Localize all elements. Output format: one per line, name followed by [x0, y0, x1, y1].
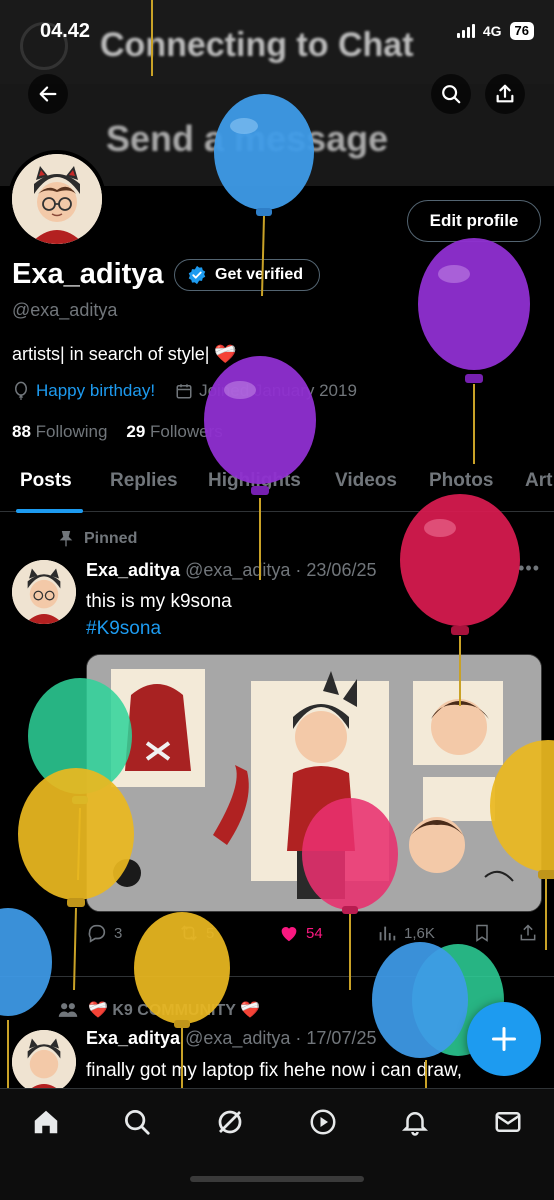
arrow-left-icon [39, 86, 57, 102]
network-type: 4G [482, 23, 502, 39]
tab-photos[interactable]: Photos [429, 470, 493, 492]
heart-icon [281, 927, 297, 942]
status-bar: 04.42 4G 76 [0, 0, 554, 64]
repost-count: 5 [206, 924, 215, 942]
tab-posts[interactable]: Posts [20, 470, 72, 492]
post-author[interactable]: Exa_aditya [86, 560, 180, 580]
pinned-label: Pinned [58, 530, 137, 548]
tab-highlights[interactable]: Highlights [208, 470, 301, 492]
post-avatar[interactable] [12, 1030, 76, 1094]
followers-link[interactable]: 29 Followers [126, 422, 222, 441]
share-button[interactable] [485, 74, 525, 114]
status-indicators: 4G 76 [456, 22, 534, 40]
get-verified-label: Get verified [215, 266, 304, 283]
post-hashtag[interactable]: #K9sona [86, 618, 161, 640]
edit-profile-button[interactable]: Edit profile [407, 200, 541, 242]
bookmark-icon [476, 924, 488, 942]
community-name[interactable]: ❤️‍🩹 K9 COMMUNITY ❤️‍🩹 [88, 1000, 260, 1020]
search-icon [442, 85, 461, 104]
view-count: 1,6K [404, 924, 435, 942]
balloon-icon [418, 238, 530, 464]
post-avatar[interactable] [12, 560, 76, 624]
pin-icon [59, 531, 73, 547]
post-actions: 3 5 54 1,6K [86, 922, 546, 952]
following-count: 88 [12, 422, 31, 441]
like-count: 54 [306, 924, 323, 942]
community-icon [58, 1003, 78, 1017]
post-text: finally got my laptop fix hehe now i can… [86, 1060, 462, 1081]
signal-icon [456, 24, 475, 38]
post-divider [0, 976, 554, 977]
repost-icon [181, 925, 197, 941]
post-text: this is my k9sona [86, 591, 232, 612]
post-meta: @exa_aditya · 23/06/25 [185, 560, 377, 580]
post-header: Exa_aditya @exa_aditya · 23/06/25 [86, 560, 376, 581]
search-button[interactable] [431, 74, 471, 114]
profile-handle: @exa_aditya [12, 300, 118, 320]
follow-stats: 88 Following 29 Followers [12, 422, 223, 442]
back-button[interactable] [28, 74, 68, 114]
avatar-illustration [12, 154, 102, 244]
reply-count: 3 [114, 924, 123, 942]
compose-button[interactable] [467, 1002, 541, 1076]
get-verified-button[interactable]: Get verified [174, 259, 321, 291]
bottom-nav [0, 1088, 554, 1200]
joined-date: Joined January 2019 [199, 381, 357, 400]
repost-button[interactable]: 5 [178, 922, 214, 944]
reply-icon [88, 924, 106, 943]
character-sheet-illustration [87, 655, 541, 911]
followers-count: 29 [126, 422, 146, 441]
followers-label: Followers [150, 422, 223, 441]
post-header: Exa_aditya @exa_aditya · 17/07/25 [86, 1028, 376, 1049]
profile-avatar[interactable] [8, 150, 106, 248]
following-link[interactable]: 88 Following [12, 422, 107, 441]
tab-art[interactable]: Art [525, 470, 552, 492]
tab-videos[interactable]: Videos [335, 470, 397, 492]
clock: 04.42 [40, 20, 91, 42]
balloon-icon [15, 381, 27, 400]
tab-replies[interactable]: Replies [110, 470, 178, 492]
profile-meta: Happy birthday! Joined January 2019 [12, 381, 357, 401]
share-post-button[interactable] [518, 922, 538, 944]
share-icon [496, 84, 514, 103]
calendar-icon [176, 384, 192, 399]
verified-badge-icon [188, 265, 206, 285]
share-icon [520, 924, 536, 941]
like-button[interactable]: 54 [278, 922, 323, 944]
more-options-icon[interactable]: ••• [518, 558, 540, 579]
mail-icon[interactable] [493, 1107, 523, 1137]
send-message-text: Send a message [106, 118, 389, 159]
active-tab-indicator [16, 509, 83, 513]
post-avatar-illustration [12, 1030, 76, 1094]
views-icon [379, 926, 396, 941]
bookmark-button[interactable] [472, 922, 492, 944]
grok-icon[interactable] [215, 1107, 245, 1137]
post-meta: @exa_aditya · 17/07/25 [185, 1028, 377, 1048]
pinned-text: Pinned [84, 530, 138, 547]
post-image[interactable] [86, 654, 542, 912]
search-icon[interactable] [122, 1107, 152, 1137]
plus-icon [491, 1026, 517, 1052]
bell-icon[interactable] [400, 1107, 430, 1137]
profile-tabs: Posts Replies Highlights Videos Photos A… [0, 468, 554, 513]
home-indicator [190, 1176, 364, 1182]
post-avatar-illustration [12, 560, 76, 624]
video-play-icon[interactable] [308, 1107, 338, 1137]
profile-name: Exa_aditya [12, 258, 164, 290]
profile-bio: artists| in search of style| ❤️‍🩹 [12, 344, 237, 364]
community-label: ❤️‍🩹 K9 COMMUNITY ❤️‍🩹 [58, 1000, 260, 1020]
battery-icon: 76 [509, 22, 534, 40]
following-label: Following [35, 422, 108, 441]
views-button[interactable]: 1,6K [376, 922, 435, 944]
home-icon[interactable] [31, 1107, 61, 1137]
birthday-text[interactable]: Happy birthday! [36, 381, 155, 401]
post-author[interactable]: Exa_aditya [86, 1028, 180, 1048]
reply-button[interactable]: 3 [86, 922, 122, 944]
